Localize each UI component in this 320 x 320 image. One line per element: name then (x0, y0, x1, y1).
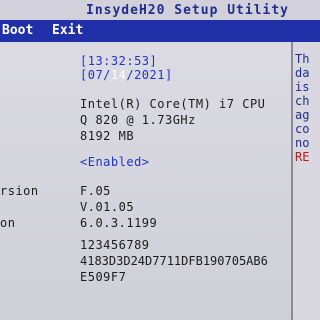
date-day-segment[interactable]: 14 (111, 68, 126, 82)
enabled-option-value[interactable]: <Enabled> (80, 155, 150, 169)
bios-version-value: F.05 (80, 184, 111, 198)
menu-bar: Boot Exit (0, 20, 320, 42)
date-month-segment: [07/ (80, 68, 111, 82)
uuid-line2: E509F7 (80, 270, 127, 284)
date-year-segment: /2021] (126, 68, 173, 82)
bios-screen: InsydeH20 Setup Utility Boot Exit [13:32… (0, 0, 320, 320)
help-line-highlight: RE (295, 150, 310, 164)
bios-version-label: rsion (0, 184, 39, 198)
help-line: is (295, 80, 310, 94)
me-version-label: on (0, 216, 16, 230)
help-line: ag (295, 108, 310, 122)
system-memory-value: 8192 MB (80, 129, 135, 143)
me-version-value: 6.0.3.1199 (80, 216, 158, 230)
menu-item-exit[interactable]: Exit (52, 23, 83, 38)
cpu-type-line2: Q 820 @ 1.73GHz (80, 113, 196, 127)
cpu-type-line1: Intel(R) Core(TM) i7 CPU (80, 97, 266, 111)
menu-item-boot[interactable]: Boot (2, 23, 33, 38)
ec-version-value: V.01.05 (80, 200, 135, 214)
app-title: InsydeH20 Setup Utility (86, 3, 290, 18)
uuid-line1: 4183D3D24D7711DFB190705AB6 (80, 254, 268, 268)
serial-number-value: 123456789 (80, 238, 150, 252)
title-bar: InsydeH20 Setup Utility (0, 0, 320, 20)
help-line: Th (295, 52, 310, 66)
help-line: no (295, 136, 310, 150)
system-date-value[interactable]: [07/14/2021] (80, 68, 173, 82)
system-time-value[interactable]: [13:32:53] (80, 54, 157, 68)
help-line: ch (295, 94, 310, 108)
help-line: co (295, 122, 310, 136)
help-line: da (295, 66, 310, 80)
main-panel: [13:32:53] [07/14/2021] Intel(R) Core(TM… (0, 42, 292, 320)
help-panel: Th da is ch ag co no RE (293, 42, 320, 320)
